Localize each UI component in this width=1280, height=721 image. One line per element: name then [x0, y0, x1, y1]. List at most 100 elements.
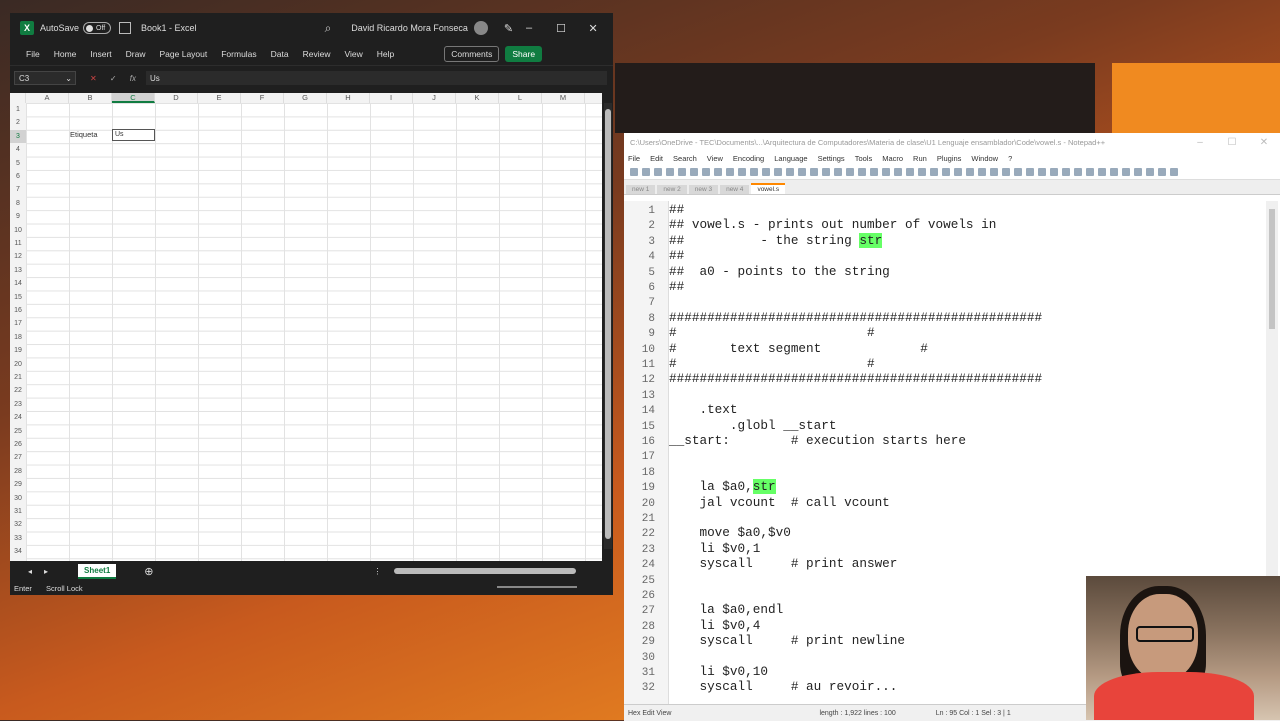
maximize-icon[interactable]: ☐ [545, 22, 577, 35]
vertical-scrollbar[interactable] [604, 103, 612, 549]
worksheet[interactable]: A B C D E F G H I J K L M 1 2 3 4 5 6 7 8 9 10 11 1… [10, 93, 602, 561]
code-line[interactable]: 16 __start: # execution starts here [624, 433, 1264, 448]
code-line[interactable]: 14 .text [624, 402, 1264, 417]
code-line[interactable]: 2 ## vowel.s - prints out number of vowel… [624, 217, 1264, 232]
code-line[interactable]: 11 # # [624, 356, 1264, 371]
toolbar-button-icon[interactable] [870, 168, 878, 176]
toolbar-button-icon[interactable] [726, 168, 734, 176]
row-header[interactable]: 6 [10, 170, 26, 183]
row-header[interactable]: 13 [10, 264, 26, 277]
toolbar-button-icon[interactable] [966, 168, 974, 176]
horizontal-scrollbar[interactable] [394, 568, 576, 574]
toolbar-button-icon[interactable] [1026, 168, 1034, 176]
prev-sheet-icon[interactable]: ◂ [28, 567, 32, 576]
menu-file[interactable]: File [628, 154, 640, 163]
maximize-icon[interactable]: ☐ [1216, 137, 1248, 148]
row-header[interactable]: 33 [10, 532, 26, 545]
toolbar-button-icon[interactable] [1050, 168, 1058, 176]
code-line[interactable]: 7 [624, 294, 1264, 309]
code-line[interactable]: 1 ## [624, 202, 1264, 217]
code-line[interactable]: 17 [624, 448, 1264, 463]
toolbar-button-icon[interactable] [702, 168, 710, 176]
row-header[interactable]: 27 [10, 451, 26, 464]
row-header[interactable]: 28 [10, 465, 26, 478]
code-line[interactable]: 8 #######################################… [624, 310, 1264, 325]
row-header[interactable]: 12 [10, 250, 26, 263]
code-line[interactable]: 18 [624, 464, 1264, 479]
tab-review[interactable]: Review [303, 49, 331, 59]
row-header[interactable]: 16 [10, 304, 26, 317]
menu-help[interactable]: ? [1008, 154, 1012, 163]
toolbar-button-icon[interactable] [990, 168, 998, 176]
add-sheet-icon[interactable]: ⊕ [144, 565, 153, 578]
save-icon[interactable] [119, 22, 132, 34]
enter-icon[interactable]: ✓ [110, 74, 117, 83]
row-header[interactable]: 31 [10, 505, 26, 518]
row-header[interactable]: 30 [10, 492, 26, 505]
fx-icon[interactable]: fx [130, 74, 136, 83]
code-line[interactable]: 23 li $v0,1 [624, 541, 1264, 556]
code-line[interactable]: 10 # text segment # [624, 341, 1264, 356]
toolbar-button-icon[interactable] [942, 168, 950, 176]
column-header[interactable]: H [327, 93, 370, 103]
tab-page-layout[interactable]: Page Layout [160, 49, 208, 59]
toolbar-button-icon[interactable] [714, 168, 722, 176]
cancel-icon[interactable]: ✕ [90, 74, 97, 83]
tab-draw[interactable]: Draw [126, 49, 146, 59]
row-header-selected[interactable]: 3 [10, 129, 26, 144]
name-box[interactable]: C3 ⌄ [14, 71, 76, 85]
row-header[interactable]: 25 [10, 425, 26, 438]
menu-encoding[interactable]: Encoding [733, 154, 764, 163]
avatar[interactable] [473, 21, 488, 35]
code-line[interactable]: 5 ## a0 - points to the string [624, 264, 1264, 279]
toolbar-button-icon[interactable] [1158, 168, 1166, 176]
code-line[interactable]: 24 syscall # print answer [624, 556, 1264, 571]
toolbar-button-icon[interactable] [1014, 168, 1022, 176]
row-header[interactable]: 19 [10, 344, 26, 357]
toolbar-button-icon[interactable] [678, 168, 686, 176]
toolbar-button-icon[interactable] [822, 168, 830, 176]
autosave-toggle[interactable]: Off [83, 22, 112, 34]
toolbar-button-icon[interactable] [1002, 168, 1010, 176]
row-header[interactable]: 14 [10, 277, 26, 290]
row-header[interactable]: 9 [10, 210, 26, 223]
scroll-thumb[interactable] [605, 109, 611, 539]
toolbar-button-icon[interactable] [798, 168, 806, 176]
toolbar-button-icon[interactable] [1110, 168, 1118, 176]
toolbar-button-icon[interactable] [1122, 168, 1130, 176]
code-line[interactable]: 12 ######################################… [624, 371, 1264, 386]
column-header[interactable]: A [26, 93, 69, 103]
toolbar-button-icon[interactable] [930, 168, 938, 176]
column-header[interactable]: J [413, 93, 456, 103]
code-line[interactable]: 3 ## - the string str [624, 232, 1264, 248]
toolbar-button-icon[interactable] [642, 168, 650, 176]
zoom-slider[interactable] [497, 586, 577, 588]
column-header[interactable]: K [456, 93, 499, 103]
scroll-thumb[interactable] [1269, 209, 1275, 329]
file-tab[interactable]: new 3 [688, 185, 719, 194]
menu-macro[interactable]: Macro [882, 154, 903, 163]
row-header[interactable]: 20 [10, 358, 26, 371]
menu-settings[interactable]: Settings [818, 154, 845, 163]
row-header[interactable]: 29 [10, 478, 26, 491]
menu-view[interactable]: View [707, 154, 723, 163]
toolbar-button-icon[interactable] [1170, 168, 1178, 176]
toolbar-button-icon[interactable] [666, 168, 674, 176]
toolbar-button-icon[interactable] [810, 168, 818, 176]
cell-b3[interactable]: Etiqueta [70, 130, 98, 139]
row-header[interactable]: 24 [10, 411, 26, 424]
row-header[interactable]: 21 [10, 371, 26, 384]
minimize-icon[interactable]: – [1184, 137, 1216, 148]
menu-plugins[interactable]: Plugins [937, 154, 962, 163]
row-header[interactable]: 11 [10, 237, 26, 250]
toolbar-button-icon[interactable] [954, 168, 962, 176]
menu-tools[interactable]: Tools [855, 154, 873, 163]
toolbar-button-icon[interactable] [858, 168, 866, 176]
minimize-icon[interactable]: – [513, 22, 545, 34]
toolbar-button-icon[interactable] [894, 168, 902, 176]
toolbar-button-icon[interactable] [1134, 168, 1142, 176]
row-header[interactable]: 5 [10, 157, 26, 170]
row-header[interactable]: 7 [10, 183, 26, 196]
file-tab-active[interactable]: vowel.s [751, 183, 786, 194]
tab-home[interactable]: Home [54, 49, 77, 59]
